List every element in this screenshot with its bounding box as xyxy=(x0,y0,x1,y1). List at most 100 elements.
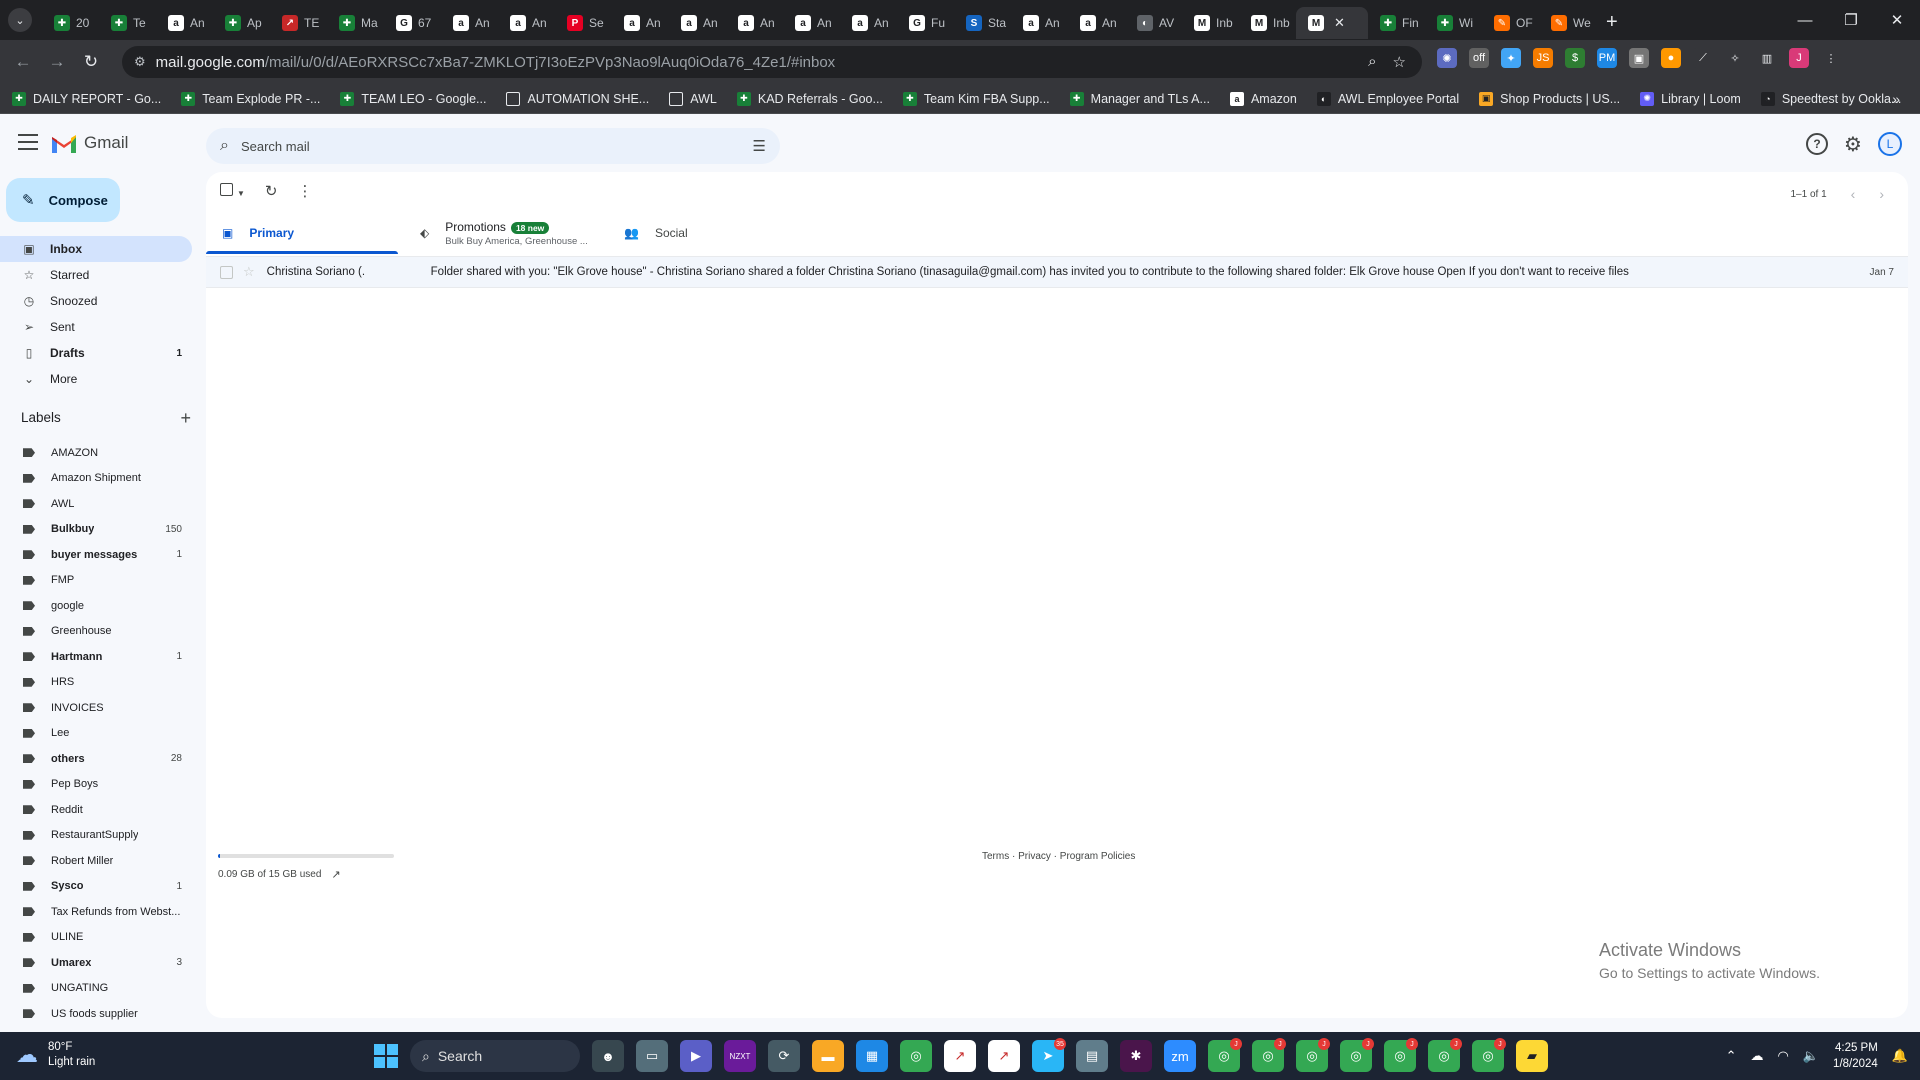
browser-tab[interactable]: ✚ Ma xyxy=(327,7,384,39)
row-checkbox[interactable] xyxy=(220,265,233,279)
chrome-app-2-icon[interactable]: ◎ J xyxy=(1208,1038,1242,1072)
sidebar-label-item[interactable]: AMAZON xyxy=(0,440,192,466)
browser-tab[interactable]: a An xyxy=(840,7,897,39)
select-all-checkbox[interactable]: ▼ xyxy=(220,183,245,199)
bookmark-item[interactable]: ✚ TEAM LEO - Google... xyxy=(340,91,486,106)
calculator-app-icon[interactable]: ▤ xyxy=(1076,1040,1108,1072)
taskbar-search[interactable]: ⌕ Search xyxy=(410,1040,580,1072)
browser-menu-icon[interactable]: ⋮ xyxy=(1821,48,1841,68)
side-panel-icon[interactable]: ▥ xyxy=(1757,48,1777,68)
pager-range[interactable]: 1–1 of 1 xyxy=(1791,189,1827,200)
footer-links[interactable]: Terms · Privacy · Program Policies xyxy=(982,851,1135,862)
profile-avatar[interactable]: J xyxy=(1789,48,1809,68)
browser-tab[interactable]: a An xyxy=(498,7,555,39)
table-row[interactable]: ☆ Christina Soriano (. Folder shared wit… xyxy=(206,256,1908,288)
browser-tab[interactable]: ✚ Wi xyxy=(1425,7,1482,39)
settings-gear-icon[interactable]: ⚙ xyxy=(1842,133,1864,156)
gear-ext-icon[interactable]: ✦ xyxy=(1501,48,1521,68)
sidebar-label-item[interactable]: US foods supplier xyxy=(0,1001,192,1024)
more-options-icon[interactable]: ⋮ xyxy=(298,182,313,200)
teams-app-icon[interactable]: ▶ xyxy=(680,1040,712,1072)
sidebar-label-item[interactable]: Hartmann 1 xyxy=(0,644,192,670)
chrome-app-1-icon[interactable]: ◎ xyxy=(900,1040,932,1072)
sidebar-label-item[interactable]: ULINE xyxy=(0,925,192,951)
sidebar-label-item[interactable]: Pep Boys xyxy=(0,772,192,798)
slack-app-icon[interactable]: ✱ xyxy=(1120,1040,1152,1072)
browser-tab[interactable]: ✎ We xyxy=(1539,7,1596,39)
chrome-app-3-icon[interactable]: ◎ J xyxy=(1252,1038,1286,1072)
create-label-plus-icon[interactable]: + xyxy=(180,408,191,429)
browser-tab[interactable]: a An xyxy=(783,7,840,39)
close-window-icon[interactable]: ✕ xyxy=(1874,11,1920,29)
js-ext-icon[interactable]: JS xyxy=(1533,48,1553,68)
chart-app-1-icon[interactable]: ↗ xyxy=(944,1040,976,1072)
box-ext-icon[interactable]: ▣ xyxy=(1629,48,1649,68)
browser-tab[interactable]: G 67 xyxy=(384,7,441,39)
browser-tab[interactable]: G Fu xyxy=(897,7,954,39)
browser-tab[interactable]: S Sta xyxy=(954,7,1011,39)
sidebar-label-item[interactable]: Reddit xyxy=(0,797,192,823)
calendar-app-icon[interactable]: ▦ xyxy=(856,1040,888,1072)
browser-tab[interactable]: ✚ Fin xyxy=(1368,7,1425,39)
compose-button[interactable]: ✎ Compose xyxy=(6,178,120,222)
browser-tab[interactable]: ✚ 20 xyxy=(42,7,99,39)
sidebar-label-item[interactable]: Bulkbuy 150 xyxy=(0,517,192,543)
help-icon[interactable]: ? xyxy=(1806,133,1828,155)
bookmark-item[interactable]: ◔ Speedtest by Ookla... xyxy=(1760,91,1901,106)
search-input[interactable] xyxy=(240,138,721,154)
main-menu-icon[interactable] xyxy=(18,134,38,150)
sidebar-label-item[interactable]: Robert Miller xyxy=(0,848,192,874)
more-bookmarks-chevron-icon[interactable]: » xyxy=(1892,91,1900,107)
s-ext-icon[interactable]: $ xyxy=(1565,48,1585,68)
address-bar[interactable]: ⚙ mail.google.com/mail/u/0/d/AEoRXRSCc7x… xyxy=(122,46,1422,78)
sidebar-label-item[interactable]: Sysco 1 xyxy=(0,874,192,900)
browser-tab[interactable]: P Se xyxy=(555,7,612,39)
puzzle-ext-icon[interactable]: ✺ xyxy=(1437,48,1457,68)
sidebar-label-item[interactable]: UNGATING xyxy=(0,976,192,1002)
chrome-app-6-icon[interactable]: ◎ J xyxy=(1384,1038,1418,1072)
sidebar-label-item[interactable]: AWL xyxy=(0,491,192,517)
browser-tab[interactable]: ✚ Ap xyxy=(213,7,270,39)
circle-ext-icon[interactable]: ● xyxy=(1661,48,1681,68)
bookmark-item[interactable]: AUTOMATION SHE... xyxy=(506,91,649,106)
volume-icon[interactable]: 🔈 xyxy=(1803,1048,1819,1064)
browser-tab[interactable]: a An xyxy=(441,7,498,39)
back-arrow-icon[interactable]: ← xyxy=(6,52,40,72)
sidebar-label-item[interactable]: Amazon Shipment xyxy=(0,466,192,492)
tab-primary[interactable]: ▣ Primary xyxy=(206,212,404,254)
bookmark-item[interactable]: ✚ Team Explode PR -... xyxy=(181,91,320,106)
browser-tab[interactable]: a An xyxy=(1068,7,1125,39)
sidebar-item-chevron-down[interactable]: ⌄ More xyxy=(0,366,192,392)
sidebar-label-item[interactable]: FMP xyxy=(0,568,192,594)
chrome-app-7-icon[interactable]: ◎ J xyxy=(1428,1038,1462,1072)
chart-app-2-icon[interactable]: ↗ xyxy=(988,1040,1020,1072)
sidebar-label-item[interactable]: Tax Refunds from Webst... xyxy=(0,899,192,925)
weather-widget[interactable]: ☁ 80°F Light rain xyxy=(16,1040,95,1070)
onedrive-cloud-icon[interactable]: ☁ xyxy=(1751,1048,1764,1064)
bookmark-item[interactable]: ▣ Shop Products | US... xyxy=(1479,91,1620,106)
chevron-up-icon[interactable]: ⌃ xyxy=(1726,1048,1737,1064)
line-ext-icon[interactable]: ⟋ xyxy=(1693,48,1713,68)
bookmark-item[interactable]: a Amazon xyxy=(1229,91,1297,106)
edge-app-icon[interactable]: ⟳ xyxy=(768,1040,800,1072)
account-avatar[interactable]: L xyxy=(1878,132,1902,156)
browser-tab[interactable]: M ✕ xyxy=(1296,7,1368,39)
explorer-app-icon[interactable]: ▬ xyxy=(812,1040,844,1072)
sidebar-label-item[interactable]: buyer messages 1 xyxy=(0,542,192,568)
tab-promotions[interactable]: ⬖ Promotions 18 new Bulk Buy America, Gre… xyxy=(404,212,608,254)
bookmark-item[interactable]: ✚ Manager and TLs A... xyxy=(1069,91,1210,106)
off-ext-icon[interactable]: off xyxy=(1469,48,1489,68)
site-settings-icon[interactable]: ⚙ xyxy=(134,54,146,70)
zoom-app-icon[interactable]: zm xyxy=(1164,1040,1196,1072)
browser-tab[interactable]: a An xyxy=(1011,7,1068,39)
browser-tab[interactable]: a An xyxy=(669,7,726,39)
restore-icon[interactable]: ❐ xyxy=(1828,11,1874,29)
bookmark-item[interactable]: ◐ AWL Employee Portal xyxy=(1316,91,1459,106)
sidebar-item-clock[interactable]: ◷ Snoozed xyxy=(0,288,192,314)
close-tab-icon[interactable]: ✕ xyxy=(1334,15,1345,31)
minimize-icon[interactable]: — xyxy=(1782,12,1828,29)
tab-social[interactable]: 👥 Social xyxy=(608,212,806,254)
bookmark-item[interactable]: ✚ DAILY REPORT - Go... xyxy=(12,91,161,106)
browser-tab[interactable]: ◐ AV xyxy=(1125,7,1182,39)
reload-icon[interactable]: ↻ xyxy=(74,52,108,72)
